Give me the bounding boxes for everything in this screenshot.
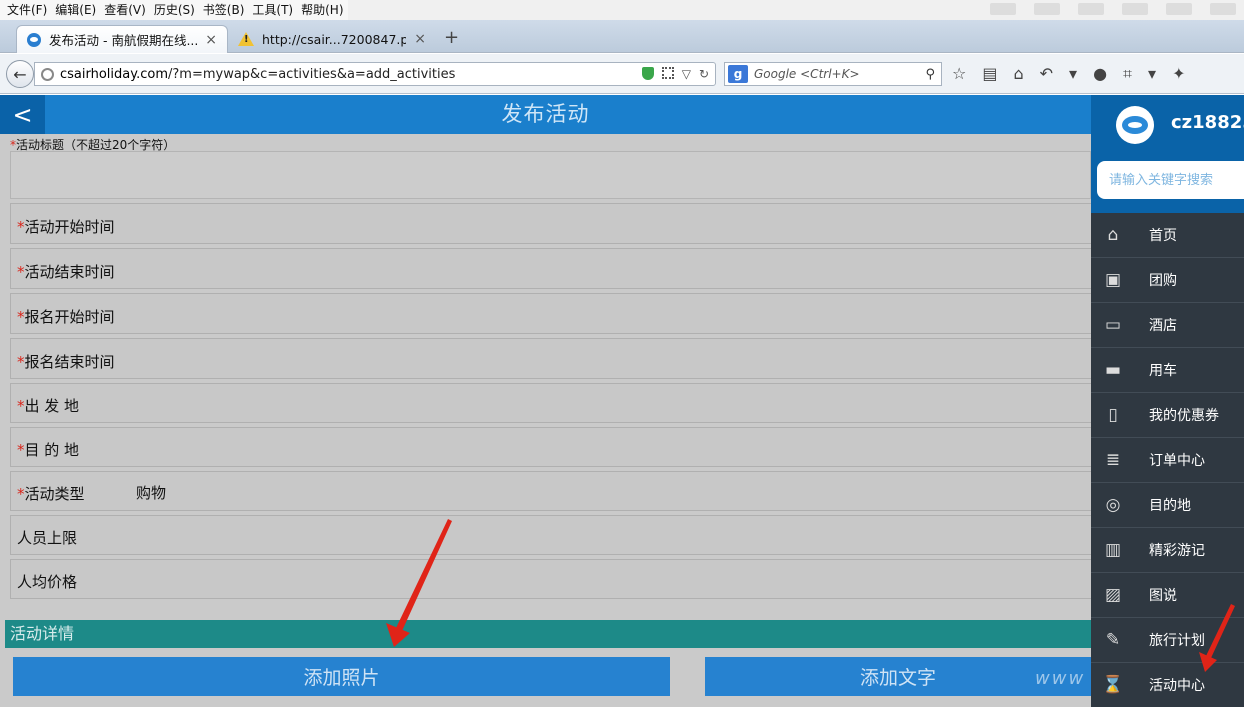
max-people-field[interactable]: 人员上限 [10,515,1091,555]
address-tools: ▽ ↻ [641,67,715,81]
hourglass-icon: ⌛ [1102,675,1124,695]
field-label: *报名结束时间 [17,353,115,371]
annotation-arrow-photo [386,519,452,647]
field-label: *出 发 地 [17,397,80,415]
address-bar[interactable]: csairholiday.com/?m=mywap&c=activities&a… [34,62,716,86]
chevron-down-icon[interactable]: ▾ [1069,64,1077,84]
annotation-arrow-activity-center [1199,604,1235,672]
activity-form: *活动标题（不超过20个字符） *活动开始时间 *活动结束时间 *报名开始时间 … [0,134,1091,707]
browser-menubar: 文件(F) 编辑(E) 查看(V) 历史(S) 书签(B) 工具(T) 帮助(H… [0,0,1244,20]
signup-start-field[interactable]: *报名开始时间 [10,293,1091,334]
crop-icon[interactable]: ⌗ [1123,64,1132,84]
tab-close-icon[interactable]: × [414,31,426,47]
menu-bookmarks[interactable]: 书签(B) [199,0,249,20]
warning-icon [238,32,254,46]
field-label: *活动类型 [17,485,85,503]
field-label: *活动开始时间 [17,218,115,236]
browser-toolbar: ☆ ▤ ⌂ ↶ ▾ ● ⌗ ▾ ✦ [952,64,1185,84]
group-buy-icon: ▣ [1104,270,1122,290]
menu-view[interactable]: 查看(V) [100,0,150,20]
search-bar[interactable]: g Google <Ctrl+K> ⚲ [724,62,942,86]
bookmark-star-icon[interactable]: ☆ [952,64,966,84]
tab-title: 发布活动 - 南航假期在线... [49,33,198,48]
globe-icon [41,67,54,81]
activity-title-input[interactable] [10,151,1091,199]
reading-list-icon[interactable]: ▤ [982,64,997,84]
page-header: 发布活动 < [0,95,1091,134]
tab-publish-activity[interactable]: 发布活动 - 南航假期在线... × [16,25,228,53]
start-time-field[interactable]: *活动开始时间 [10,203,1091,244]
reload-icon[interactable]: ↻ [699,67,709,81]
add-text-button[interactable]: 添加文字 [705,657,1091,696]
departure-field[interactable]: *出 发 地 [10,383,1091,423]
site-favicon-icon [27,32,41,47]
price-per-person-field[interactable]: 人均价格 [10,559,1091,599]
shield-icon[interactable] [641,67,654,80]
sidebar-item-car[interactable]: ▬ 用车 [1091,348,1244,393]
back-button[interactable]: < [0,95,45,134]
tab-title: http://csair...7200847.php [262,31,407,47]
sidebar-search-input[interactable] [1097,161,1244,199]
field-label: 人员上限 [17,529,78,547]
tab-close-icon[interactable]: × [205,32,217,48]
tab-strip: 发布活动 - 南航假期在线... × http://csair...720084… [0,20,1244,53]
bed-icon: ▭ [1104,315,1122,335]
end-time-field[interactable]: *活动结束时间 [10,248,1091,289]
sidebar-item-travelogues[interactable]: ▥ 精彩游记 [1091,528,1244,573]
google-icon[interactable]: g [728,65,748,83]
chat-icon[interactable]: ● [1093,64,1107,84]
search-icon[interactable]: ⚲ [925,67,941,82]
sidebar-item-orders[interactable]: ≣ 订单中心 [1091,438,1244,483]
page-viewport: 发布活动 < *活动标题（不超过20个字符） *活动开始时间 *活动结束时间 *… [0,95,1244,707]
menu-tools[interactable]: 工具(T) [248,0,297,20]
menu-list: 文件(F) 编辑(E) 查看(V) 历史(S) 书签(B) 工具(T) 帮助(H… [0,0,348,20]
activity-detail-header: 活动详情 [5,620,1091,648]
new-tab-button[interactable]: + [444,27,459,48]
url-text: csairholiday.com/?m=mywap&c=activities&a… [60,66,456,82]
menu-history[interactable]: 历史(S) [150,0,199,20]
faded-toolbar [990,3,1236,15]
add-photo-button[interactable]: 添加照片 [13,657,670,696]
sidebar-item-group-buy[interactable]: ▣ 团购 [1091,258,1244,303]
qr-code-icon[interactable] [661,67,674,79]
home-icon[interactable]: ⌂ [1013,64,1023,84]
search-placeholder: Google <Ctrl+K> [754,67,860,81]
location-icon: ◎ [1105,495,1121,515]
sidebar-item-destination[interactable]: ◎ 目的地 [1091,483,1244,528]
dropdown-icon[interactable]: ▽ [682,67,691,81]
sidebar-item-home[interactable]: ⌂ 首页 [1091,213,1244,258]
sidebar-item-coupons[interactable]: ▯ 我的优惠券 [1091,393,1244,438]
menu-file[interactable]: 文件(F) [3,0,51,20]
tab-csair-php[interactable]: http://csair...7200847.php × [228,25,436,53]
navigation-bar: csairholiday.com/?m=mywap&c=activities&a… [0,54,1244,94]
image-icon: ▨ [1104,585,1122,605]
activity-type-value: 购物 [136,484,167,502]
field-label: *活动结束时间 [17,263,115,281]
sidebar-item-hotel[interactable]: ▭ 酒店 [1091,303,1244,348]
field-label: *报名开始时间 [17,308,115,326]
user-profile: cz18825 [1091,95,1244,155]
field-label: 人均价格 [17,573,78,591]
menu-help[interactable]: 帮助(H) [297,0,347,20]
page-title: 发布活动 [501,102,590,126]
extension-icon[interactable]: ✦ [1172,64,1185,84]
watermark-logo: www [1035,668,1086,689]
home-icon: ⌂ [1107,225,1119,245]
activity-type-field[interactable]: *活动类型 购物 [10,471,1091,511]
chevron-down-icon[interactable]: ▾ [1148,64,1156,84]
browser-back-button[interactable]: ← [6,60,34,88]
edit-icon: ✎ [1105,630,1121,650]
destination-field[interactable]: *目 的 地 [10,427,1091,467]
username: cz18825 [1171,112,1244,133]
menu-edit[interactable]: 编辑(E) [51,0,100,20]
field-label: *目 的 地 [17,441,80,459]
car-icon: ▬ [1104,360,1122,380]
avatar[interactable] [1116,106,1154,144]
map-icon: ▥ [1104,540,1122,560]
undo-icon[interactable]: ↶ [1040,64,1053,84]
sidebar-search [1091,155,1244,213]
coupon-icon: ▯ [1108,405,1118,425]
signup-end-field[interactable]: *报名结束时间 [10,338,1091,379]
order-icon: ≣ [1105,450,1121,470]
